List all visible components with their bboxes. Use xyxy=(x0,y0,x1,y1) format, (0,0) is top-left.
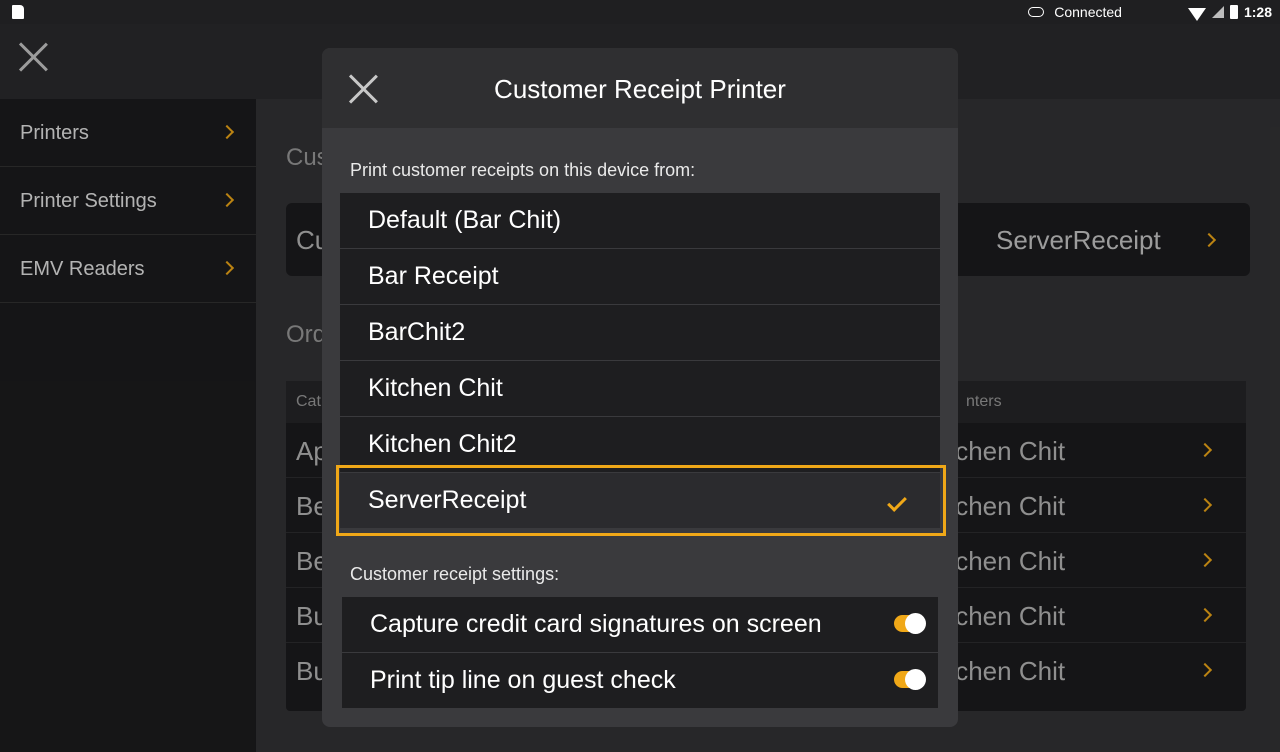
printer-option[interactable]: Bar Receipt xyxy=(340,249,940,304)
print-from-label: Print customer receipts on this device f… xyxy=(350,160,696,180)
signal-icon xyxy=(1211,6,1224,18)
toggle-knob xyxy=(905,669,926,690)
printer-option[interactable]: Default (Bar Chit) xyxy=(340,193,940,248)
toggle-switch[interactable] xyxy=(894,669,926,690)
option-label: Bar Receipt xyxy=(368,262,499,290)
sd-card-icon xyxy=(12,5,24,19)
option-label: Kitchen Chit xyxy=(368,374,503,402)
selection-highlight xyxy=(336,465,946,536)
option-label: Default (Bar Chit) xyxy=(368,206,562,234)
status-right: Connected 1:28 xyxy=(1028,0,1272,24)
printer-option[interactable]: Kitchen Chit xyxy=(340,361,940,416)
cloud-icon xyxy=(1028,7,1045,17)
toggle-switch[interactable] xyxy=(894,613,926,634)
setting-print-tip-line[interactable]: Print tip line on guest check xyxy=(342,653,938,708)
customer-receipt-printer-dialog: Customer Receipt Printer Print customer … xyxy=(322,48,958,727)
setting-label: Print tip line on guest check xyxy=(370,666,676,694)
toggle-knob xyxy=(905,613,926,634)
option-label: BarChit2 xyxy=(368,318,466,346)
dialog-header: Customer Receipt Printer xyxy=(322,48,958,128)
connection-status: Connected xyxy=(1054,4,1122,20)
dialog-title: Customer Receipt Printer xyxy=(494,74,786,104)
clock: 1:28 xyxy=(1243,4,1272,20)
printer-option[interactable]: Kitchen Chit2 xyxy=(340,417,940,472)
option-label: Kitchen Chit2 xyxy=(368,430,517,458)
setting-capture-signatures[interactable]: Capture credit card signatures on screen xyxy=(342,597,938,652)
battery-icon xyxy=(1229,5,1238,19)
setting-label: Capture credit card signatures on screen xyxy=(370,610,822,638)
wifi-icon xyxy=(1187,7,1206,21)
status-bar: Connected 1:28 xyxy=(0,0,1280,24)
settings-label: Customer receipt settings: xyxy=(350,564,560,584)
printer-option[interactable]: BarChit2 xyxy=(340,305,940,360)
